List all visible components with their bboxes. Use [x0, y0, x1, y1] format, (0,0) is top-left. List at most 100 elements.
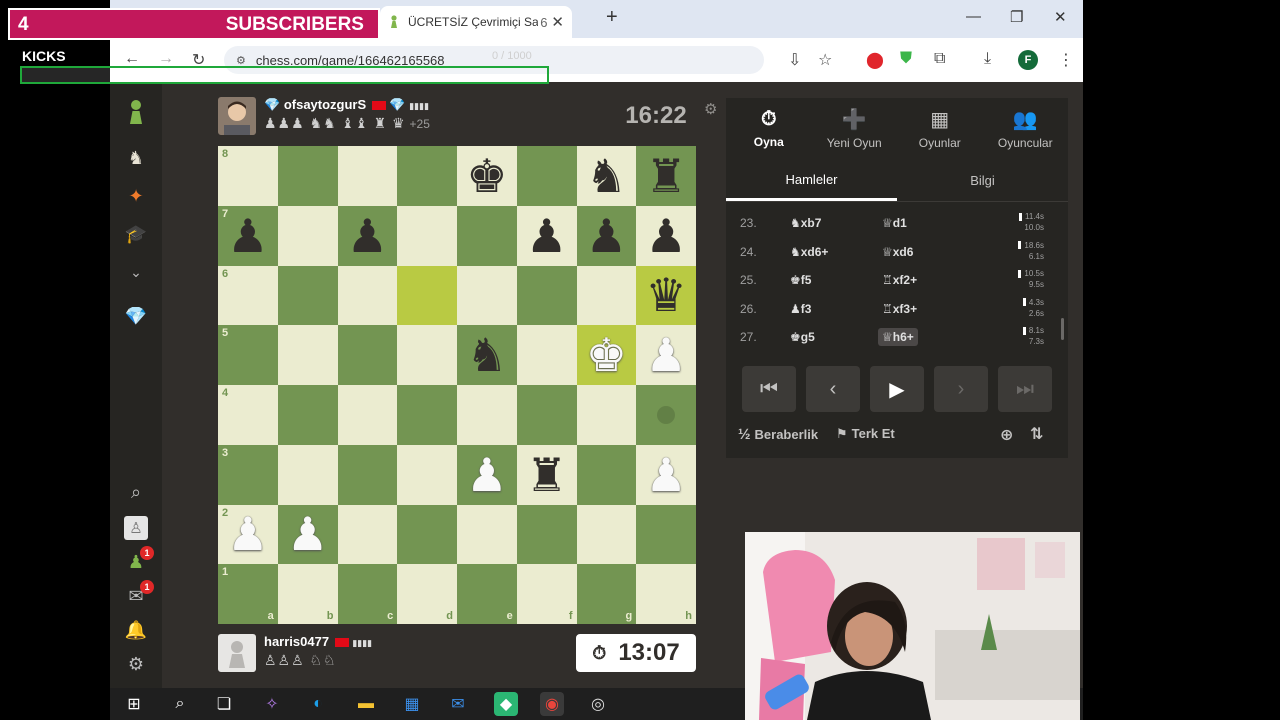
white-king-icon[interactable]: ♚ [586, 332, 627, 378]
legal-move-dot[interactable] [657, 405, 676, 424]
white-pawn-icon[interactable]: ♟ [646, 452, 687, 498]
last-move-button[interactable]: ⏭ [998, 366, 1052, 412]
window-close-icon[interactable]: ✕ [1054, 8, 1067, 26]
black-rook-icon[interactable]: ♜ [526, 452, 567, 498]
square-b5[interactable] [277, 325, 338, 385]
black-king-icon[interactable]: ♚ [466, 153, 507, 199]
extensions-puzzle-icon[interactable]: ⧉ [934, 50, 945, 68]
square-f3[interactable]: ♜ [516, 444, 577, 505]
square-d6[interactable] [397, 265, 457, 326]
square-e1[interactable]: e [457, 564, 517, 624]
panel-tab-oyuncular[interactable]: 👥 Oyuncular [983, 98, 1069, 158]
store-icon[interactable]: ▦ [400, 692, 424, 716]
white-pawn-icon[interactable]: ♟ [466, 452, 507, 498]
white-move[interactable]: ♚g5 [786, 328, 819, 346]
square-h4[interactable] [636, 385, 696, 445]
square-e6[interactable] [457, 265, 517, 326]
square-g6[interactable] [576, 265, 637, 326]
square-f7[interactable]: ♟ [516, 205, 577, 266]
square-a8[interactable]: 8 [218, 146, 278, 206]
taskbar-search-icon[interactable]: ⌕ [168, 692, 192, 716]
square-f5[interactable] [516, 325, 577, 385]
square-d3[interactable] [397, 444, 457, 505]
black-knight-icon[interactable]: ♞ [466, 332, 507, 378]
move-list[interactable]: 23. ♞xb7 ♕d1 11.4s 10.0s 24. ♞xd6+ ♕xd6 18.6s 6.1… [726, 208, 1068, 353]
diamond-icon[interactable]: 💎 [124, 304, 148, 328]
square-d1[interactable]: d [397, 564, 457, 624]
bottom-player-name[interactable]: harris0477 [264, 634, 329, 649]
bottom-player-avatar[interactable] [218, 634, 256, 672]
square-d5[interactable] [397, 325, 457, 385]
panel-tab-oyunlar[interactable]: ▦ Oyunlar [897, 98, 983, 158]
board-settings-gear-icon[interactable]: ⚙ [704, 100, 717, 118]
square-h6[interactable]: ♛ [636, 265, 696, 326]
square-a4[interactable]: 4 [218, 385, 278, 445]
opera-extension-icon[interactable]: ⬤ [866, 50, 884, 70]
more-chevron-icon[interactable]: ⌄ [124, 260, 148, 284]
menu-dots-icon[interactable]: ⋮ [1058, 50, 1074, 70]
square-a1[interactable]: 1a [218, 564, 278, 624]
black-move[interactable]: ♕d1 [878, 214, 911, 232]
square-c2[interactable] [337, 504, 398, 565]
black-queen-icon[interactable]: ♛ [646, 272, 687, 318]
square-f6[interactable] [516, 265, 577, 326]
square-f8[interactable] [516, 146, 577, 206]
square-d4[interactable] [397, 385, 457, 445]
square-c3[interactable] [337, 444, 398, 505]
square-g4[interactable] [576, 385, 637, 445]
draw-button[interactable]: ½ Beraberlik [738, 426, 818, 443]
square-h8[interactable]: ♜ [636, 146, 696, 206]
square-b1[interactable]: b [277, 564, 338, 624]
user-avatar-icon[interactable]: ♙ [124, 516, 148, 540]
square-e7[interactable] [457, 205, 517, 266]
black-move[interactable]: ♖xf2+ [878, 271, 921, 289]
black-pawn-icon[interactable]: ♟ [646, 213, 687, 259]
square-a7[interactable]: 7 ♟ [218, 205, 278, 266]
top-player-avatar[interactable] [218, 97, 256, 135]
first-move-button[interactable]: ⏮ [742, 366, 796, 412]
flip-board-icon[interactable]: ⇅ [1030, 424, 1043, 444]
obs-icon[interactable]: ◎ [586, 692, 610, 716]
search-icon[interactable]: ⌕ [124, 480, 148, 504]
white-move[interactable]: ♚f5 [786, 271, 815, 289]
square-c6[interactable] [337, 265, 398, 326]
chess-logo-pawn-icon[interactable] [124, 100, 148, 124]
chess-board[interactable]: 8 ♚ ♞ ♜ 7 ♟ ♟ ♟ ♟ ♟ 6 ♛ 5 ♞ ♚ ♟ 4 3 ♟ ♜ ♟ 2 ♟ ♟ 1 a b c d e f g h [218, 146, 696, 624]
square-g8[interactable]: ♞ [576, 146, 637, 206]
square-d7[interactable] [397, 205, 457, 266]
copilot-icon[interactable]: ✧ [260, 692, 284, 716]
next-move-button[interactable]: › [934, 366, 988, 412]
square-b2[interactable]: ♟ [277, 504, 338, 565]
square-e8[interactable]: ♚ [457, 146, 517, 206]
profile-avatar[interactable]: F [1018, 50, 1038, 70]
puzzles-icon[interactable]: ♞ [124, 146, 148, 170]
square-a2[interactable]: 2 ♟ [218, 504, 278, 565]
square-g7[interactable]: ♟ [576, 205, 637, 266]
white-pawn-icon[interactable]: ♟ [287, 511, 328, 557]
green-app-icon[interactable]: ◆ [494, 692, 518, 716]
square-a6[interactable]: 6 [218, 265, 278, 326]
notifications-bell-icon[interactable]: 🔔 [124, 618, 148, 642]
downloads-icon[interactable]: ⤓ [984, 50, 991, 68]
new-tab-icon[interactable]: + [606, 6, 618, 29]
square-b4[interactable] [277, 385, 338, 445]
square-a5[interactable]: 5 [218, 325, 278, 385]
bookmark-star-icon[interactable]: ☆ [818, 50, 832, 70]
square-e4[interactable] [457, 385, 517, 445]
windows-start-icon[interactable]: ⊞ [122, 692, 146, 716]
square-d2[interactable] [397, 504, 457, 565]
square-b6[interactable] [277, 265, 338, 326]
square-b8[interactable] [277, 146, 338, 206]
square-e2[interactable] [457, 504, 517, 565]
square-e5[interactable]: ♞ [457, 325, 517, 385]
square-f4[interactable] [516, 385, 577, 445]
square-b3[interactable] [277, 444, 338, 505]
chrome-icon[interactable]: ◉ [540, 692, 564, 716]
white-pawn-icon[interactable]: ♟ [646, 332, 687, 378]
top-player-name[interactable]: ofsaytozgurS [284, 97, 366, 112]
white-move[interactable]: ♟f3 [786, 300, 815, 318]
square-d8[interactable] [397, 146, 457, 206]
previous-move-button[interactable]: ‹ [806, 366, 860, 412]
resign-button[interactable]: ⚑ Terk Et [836, 426, 895, 442]
square-h1[interactable]: h [636, 564, 696, 624]
